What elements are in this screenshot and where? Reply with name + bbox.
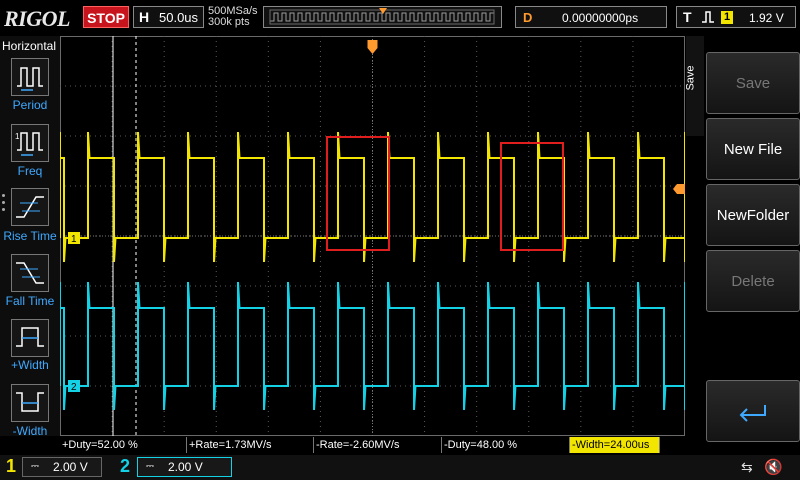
return-icon [739, 405, 766, 422]
brand-logo: RIGOL [4, 6, 70, 31]
measure-negative-width-button[interactable] [11, 384, 49, 422]
measure-fall-time-button[interactable] [11, 254, 49, 292]
measure-period-button[interactable] [11, 58, 49, 96]
horizontal-delay[interactable]: D 0.00000000ps [515, 6, 667, 28]
measure-fall-time-label: Fall Time [5, 294, 55, 308]
horizontal-timebase[interactable]: H 50.0us [133, 6, 204, 28]
channel-2-number[interactable]: 2 [120, 456, 130, 477]
acquisition-info: 500MSa/s 300k pts [208, 6, 258, 28]
usb-icon: ⇆ [741, 459, 753, 475]
measure-positive-width-label: +Width [11, 358, 49, 372]
save-menu-title: Save [684, 65, 697, 91]
timebase-value: 50.0us [159, 10, 199, 25]
top-status-bar: RIGOL STOP H 50.0us 500MSa/s 300k pts D … [0, 0, 800, 36]
measure-positive-width-button[interactable] [11, 319, 49, 357]
channel-1-marker: 1 [68, 232, 80, 245]
measurement-negative-duty[interactable]: -Duty=48.00 % [442, 437, 570, 453]
svg-text:1: 1 [15, 132, 20, 141]
trigger-source-badge: 1 [721, 11, 733, 24]
trigger-level-icon [673, 184, 685, 194]
save-button[interactable]: Save [706, 52, 800, 114]
dc-coupling-icon: ⎓ [146, 461, 154, 472]
channel-1-scale-value: 2.00 V [53, 460, 88, 474]
menu-page-indicator[interactable] [2, 194, 6, 215]
save-menu-tab: Save [684, 36, 704, 136]
measurement-positive-duty[interactable]: +Duty=52.00 % [60, 437, 187, 453]
channel-2-marker: 2 [68, 380, 80, 393]
trigger-level: 1.92 V [749, 11, 784, 25]
measure-category-title: Horizontal [2, 39, 57, 53]
measure-menu: Horizontal Period 1 Freq Rise Time Fall … [0, 36, 60, 438]
trigger-position-icon [367, 40, 378, 54]
memory-waveform-preview [269, 8, 495, 25]
delay-value: 0.00000000ps [562, 11, 639, 25]
save-menu: Save Save New File NewFolder Delete [684, 36, 800, 444]
dc-coupling-icon: ⎓ [31, 461, 39, 472]
trigger-label: T [683, 9, 692, 25]
frequency-icon: 1 [15, 132, 43, 156]
waveform-grid: 12 [60, 36, 685, 436]
negative-width-icon [16, 392, 44, 412]
measure-period-label: Period [12, 98, 48, 112]
trigger-status[interactable]: T 1 1.92 V [676, 6, 796, 28]
positive-width-icon [16, 327, 44, 347]
channel-1-number[interactable]: 1 [6, 456, 16, 477]
channel-status-bar: 1 ⎓ 2.00 V 2 ⎓ 2.00 V ⇆ 🔇 [0, 455, 800, 480]
speaker-muted-icon[interactable]: 🔇 [764, 458, 783, 476]
measurement-negative-width[interactable]: -Width=24.00us [570, 437, 660, 453]
channel-2-scale-value: 2.00 V [168, 460, 203, 474]
measure-frequency-label: Freq [17, 164, 43, 178]
period-icon [17, 67, 43, 91]
horizontal-label: H [139, 9, 150, 25]
rise-time-icon [16, 196, 44, 218]
memory-position-bar[interactable] [263, 6, 502, 28]
return-button[interactable] [706, 380, 800, 442]
highlight-box [500, 142, 564, 251]
measurement-fall-rate[interactable]: -Rate=-2.60MV/s [314, 437, 442, 453]
rising-edge-icon [702, 11, 714, 23]
fall-time-icon [16, 262, 44, 284]
new-folder-button[interactable]: NewFolder [706, 184, 800, 246]
channel-1-marker-label: 1 [71, 234, 77, 245]
run-stop-status[interactable]: STOP [83, 6, 129, 28]
channel-2-scale[interactable]: ⎓ 2.00 V [137, 457, 232, 477]
waveform-display[interactable]: 12 [60, 36, 685, 436]
measure-rise-time-button[interactable] [11, 188, 49, 226]
channel-2-marker-label: 2 [71, 382, 77, 393]
delete-button[interactable]: Delete [706, 250, 800, 312]
highlight-box [326, 136, 390, 251]
delay-label: D [523, 10, 533, 25]
measurement-rise-rate[interactable]: +Rate=1.73MV/s [187, 437, 314, 453]
new-file-button[interactable]: New File [706, 118, 800, 180]
measure-negative-width-label: -Width [12, 424, 48, 438]
channel-1-scale[interactable]: ⎓ 2.00 V [22, 457, 102, 477]
measure-rise-time-label: Rise Time [3, 229, 57, 243]
measure-frequency-button[interactable]: 1 [11, 124, 49, 162]
memory-depth: 300k pts [208, 16, 250, 28]
